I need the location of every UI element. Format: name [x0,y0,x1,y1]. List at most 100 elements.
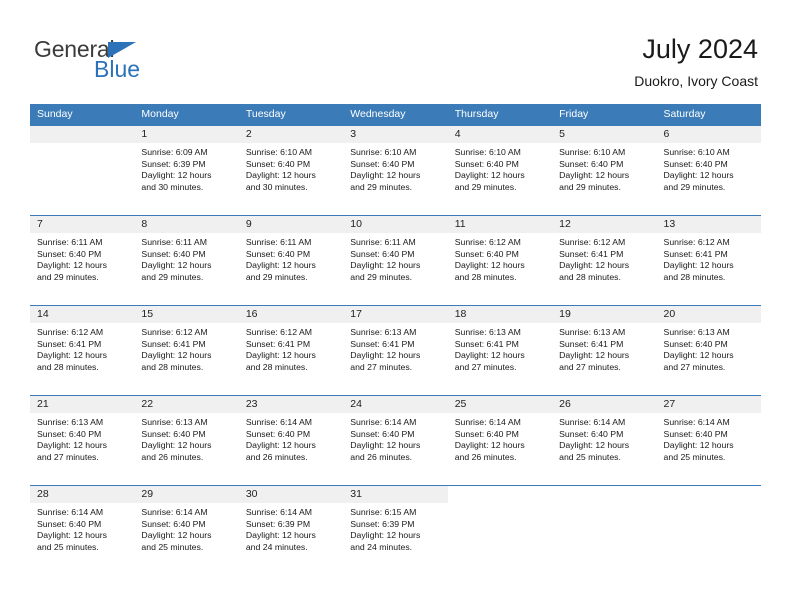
day-details: Sunrise: 6:13 AM Sunset: 6:41 PM Dayligh… [343,323,447,373]
sunset-text: Sunset: 6:40 PM [141,248,206,259]
sunset-text: Sunset: 6:39 PM [350,518,415,529]
daylight-text-line1: Daylight: 12 hours [245,440,316,451]
day-details: Sunrise: 6:14 AM Sunset: 6:40 PM Dayligh… [134,503,238,553]
day-cell[interactable]: 25 Sunrise: 6:14 AM Sunset: 6:40 PM Dayl… [447,396,553,485]
daylight-text-line1: Daylight: 12 hours [141,350,212,361]
day-cell[interactable]: 12 Sunrise: 6:12 AM Sunset: 6:41 PM Dayl… [552,216,657,305]
page-subtitle: Duokro, Ivory Coast [634,73,758,89]
day-details: Sunrise: 6:14 AM Sunset: 6:40 PM Dayligh… [552,413,656,463]
sunset-text: Sunset: 6:40 PM [559,158,624,169]
daylight-text-line1: Daylight: 12 hours [454,170,525,181]
day-cell[interactable]: 24 Sunrise: 6:14 AM Sunset: 6:40 PM Dayl… [343,396,448,485]
sunrise-text: Sunrise: 6:10 AM [245,147,313,157]
day-cell[interactable]: 21 Sunrise: 6:13 AM Sunset: 6:40 PM Dayl… [30,396,135,485]
day-details: Sunrise: 6:09 AM Sunset: 6:39 PM Dayligh… [134,143,238,193]
daylight-text-line2: and 29 minutes. [245,271,308,282]
day-cell[interactable]: 3 Sunrise: 6:10 AM Sunset: 6:40 PM Dayli… [343,126,448,215]
day-number: 3 [343,126,448,143]
day-cell[interactable]: 29 Sunrise: 6:14 AM Sunset: 6:40 PM Dayl… [134,486,239,571]
daylight-text-line1: Daylight: 12 hours [245,530,316,541]
day-number: 20 [656,306,761,323]
day-number: 8 [134,216,239,233]
day-cell[interactable]: 2 Sunrise: 6:10 AM Sunset: 6:40 PM Dayli… [238,126,344,215]
day-number: 27 [656,396,761,413]
daylight-text-line1: Daylight: 12 hours [141,530,212,541]
day-cell[interactable]: 13 Sunrise: 6:12 AM Sunset: 6:41 PM Dayl… [656,216,761,305]
brand-logo[interactable]: General Blue [34,36,214,92]
sunrise-text: Sunrise: 6:11 AM [37,237,103,247]
day-number: 10 [343,216,448,233]
day-number: 4 [447,126,553,143]
day-cell[interactable]: 20 Sunrise: 6:13 AM Sunset: 6:40 PM Dayl… [656,306,761,395]
day-cell[interactable]: 26 Sunrise: 6:14 AM Sunset: 6:40 PM Dayl… [552,396,657,485]
day-details: Sunrise: 6:12 AM Sunset: 6:41 PM Dayligh… [134,323,238,373]
day-cell[interactable]: 11 Sunrise: 6:12 AM Sunset: 6:40 PM Dayl… [447,216,553,305]
day-details: Sunrise: 6:12 AM Sunset: 6:40 PM Dayligh… [448,233,552,283]
day-cell[interactable]: 16 Sunrise: 6:12 AM Sunset: 6:41 PM Dayl… [238,306,344,395]
day-details: Sunrise: 6:14 AM Sunset: 6:40 PM Dayligh… [448,413,552,463]
day-cell[interactable]: 6 Sunrise: 6:10 AM Sunset: 6:40 PM Dayli… [656,126,761,215]
sunrise-text: Sunrise: 6:09 AM [141,147,208,157]
daylight-text-line2: and 24 minutes. [245,541,308,552]
sunrise-text: Sunrise: 6:13 AM [663,327,730,337]
sunrise-text: Sunrise: 6:13 AM [350,327,417,337]
daylight-text-line1: Daylight: 12 hours [350,260,421,271]
daylight-text-line2: and 28 minutes. [454,271,517,282]
sunset-text: Sunset: 6:40 PM [350,158,415,169]
day-cell[interactable]: 30 Sunrise: 6:14 AM Sunset: 6:39 PM Dayl… [238,486,344,571]
sunset-text: Sunset: 6:41 PM [141,338,206,349]
sunrise-text: Sunrise: 6:14 AM [245,417,313,427]
day-cell[interactable]: 28 Sunrise: 6:14 AM Sunset: 6:40 PM Dayl… [30,486,135,571]
sunrise-text: Sunrise: 6:13 AM [454,327,521,337]
sunset-text: Sunset: 6:40 PM [454,248,519,259]
day-number [447,486,553,503]
day-number: 15 [134,306,239,323]
day-cell[interactable]: 17 Sunrise: 6:13 AM Sunset: 6:41 PM Dayl… [343,306,448,395]
day-number: 7 [30,216,135,233]
day-number [656,486,761,503]
daylight-text-line2: and 25 minutes. [37,541,99,552]
day-cell[interactable]: 10 Sunrise: 6:11 AM Sunset: 6:40 PM Dayl… [343,216,448,305]
day-cell[interactable]: 15 Sunrise: 6:12 AM Sunset: 6:41 PM Dayl… [134,306,239,395]
day-details: Sunrise: 6:12 AM Sunset: 6:41 PM Dayligh… [239,323,343,373]
daylight-text-line1: Daylight: 12 hours [350,440,421,451]
day-details: Sunrise: 6:10 AM Sunset: 6:40 PM Dayligh… [552,143,656,193]
day-cell[interactable]: 9 Sunrise: 6:11 AM Sunset: 6:40 PM Dayli… [238,216,344,305]
day-cell[interactable]: 22 Sunrise: 6:13 AM Sunset: 6:40 PM Dayl… [134,396,239,485]
day-number: 13 [656,216,761,233]
day-cell-empty [552,486,657,571]
day-details: Sunrise: 6:12 AM Sunset: 6:41 PM Dayligh… [657,233,761,283]
calendar-page: General Blue July 2024 Duokro, Ivory Coa… [0,0,792,612]
sunrise-text: Sunrise: 6:12 AM [245,327,313,337]
daylight-text-line2: and 25 minutes. [663,451,726,462]
day-cell[interactable]: 5 Sunrise: 6:10 AM Sunset: 6:40 PM Dayli… [552,126,657,215]
day-details: Sunrise: 6:14 AM Sunset: 6:39 PM Dayligh… [239,503,343,553]
day-number: 12 [552,216,657,233]
day-number: 11 [447,216,553,233]
daylight-text-line1: Daylight: 12 hours [141,260,212,271]
day-cell[interactable] [30,126,135,215]
daylight-text-line2: and 28 minutes. [559,271,621,282]
day-cell[interactable]: 23 Sunrise: 6:14 AM Sunset: 6:40 PM Dayl… [238,396,344,485]
day-cell[interactable]: 18 Sunrise: 6:13 AM Sunset: 6:41 PM Dayl… [447,306,553,395]
day-details: Sunrise: 6:11 AM Sunset: 6:40 PM Dayligh… [134,233,238,283]
day-cell[interactable]: 7 Sunrise: 6:11 AM Sunset: 6:40 PM Dayli… [30,216,135,305]
day-cell[interactable]: 31 Sunrise: 6:15 AM Sunset: 6:39 PM Dayl… [343,486,448,571]
daylight-text-line2: and 26 minutes. [245,451,308,462]
sunset-text: Sunset: 6:40 PM [350,248,415,259]
daylight-text-line2: and 27 minutes. [454,361,517,372]
daylight-text-line2: and 29 minutes. [559,181,621,192]
day-details: Sunrise: 6:13 AM Sunset: 6:41 PM Dayligh… [552,323,656,373]
day-number [552,486,657,503]
sunrise-text: Sunrise: 6:14 AM [141,507,208,517]
day-cell[interactable]: 8 Sunrise: 6:11 AM Sunset: 6:40 PM Dayli… [134,216,239,305]
day-cell[interactable]: 1 Sunrise: 6:09 AM Sunset: 6:39 PM Dayli… [134,126,239,215]
day-cell[interactable]: 4 Sunrise: 6:10 AM Sunset: 6:40 PM Dayli… [447,126,553,215]
day-cell[interactable]: 27 Sunrise: 6:14 AM Sunset: 6:40 PM Dayl… [656,396,761,485]
day-cell[interactable]: 14 Sunrise: 6:12 AM Sunset: 6:41 PM Dayl… [30,306,135,395]
day-number [30,126,135,143]
day-number: 9 [238,216,344,233]
day-cell[interactable]: 19 Sunrise: 6:13 AM Sunset: 6:41 PM Dayl… [552,306,657,395]
sunrise-text: Sunrise: 6:10 AM [454,147,521,157]
day-details: Sunrise: 6:12 AM Sunset: 6:41 PM Dayligh… [552,233,656,283]
